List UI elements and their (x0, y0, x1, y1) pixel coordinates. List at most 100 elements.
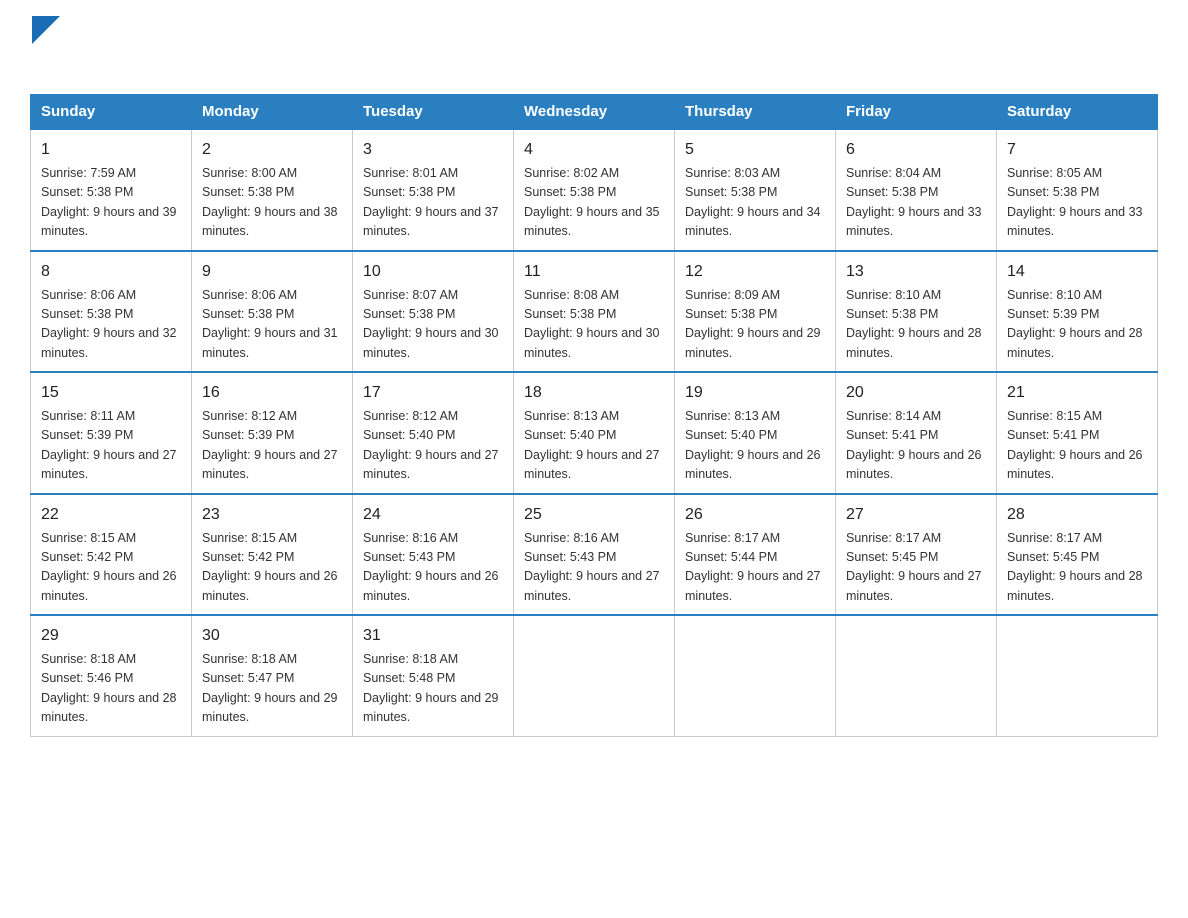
day-number: 21 (1007, 381, 1147, 405)
day-number: 27 (846, 503, 986, 527)
day-number: 24 (363, 503, 503, 527)
day-cell: 6 Sunrise: 8:04 AMSunset: 5:38 PMDaylight… (836, 129, 997, 251)
day-info: Sunrise: 8:18 AMSunset: 5:46 PMDaylight:… (41, 652, 177, 724)
day-info: Sunrise: 8:11 AMSunset: 5:39 PMDaylight:… (41, 409, 177, 481)
day-info: Sunrise: 8:13 AMSunset: 5:40 PMDaylight:… (685, 409, 821, 481)
col-header-thursday: Thursday (675, 95, 836, 130)
day-info: Sunrise: 8:03 AMSunset: 5:38 PMDaylight:… (685, 166, 821, 238)
day-cell: 20Sunrise: 8:14 AMSunset: 5:41 PMDayligh… (836, 372, 997, 494)
day-number: 30 (202, 624, 342, 648)
day-cell: 22 Sunrise: 8:15 AMSunset: 5:42 PMDayligh… (31, 494, 192, 616)
day-number: 12 (685, 260, 825, 284)
day-info: Sunrise: 8:18 AMSunset: 5:48 PMDaylight:… (363, 652, 499, 724)
day-info: Sunrise: 8:09 AMSunset: 5:38 PMDaylight:… (685, 288, 821, 360)
day-number: 8 (41, 260, 181, 284)
day-info: Sunrise: 8:05 AMSunset: 5:38 PMDaylight:… (1007, 166, 1143, 238)
day-number: 19 (685, 381, 825, 405)
day-cell (997, 615, 1158, 736)
day-cell (836, 615, 997, 736)
calendar-table: SundayMondayTuesdayWednesdayThursdayFrid… (30, 94, 1158, 737)
day-info: Sunrise: 8:12 AMSunset: 5:40 PMDaylight:… (363, 409, 499, 481)
day-cell: 10Sunrise: 8:07 AMSunset: 5:38 PMDayligh… (353, 251, 514, 373)
day-cell: 8 Sunrise: 8:06 AMSunset: 5:38 PMDaylight… (31, 251, 192, 373)
day-number: 15 (41, 381, 181, 405)
day-cell: 7 Sunrise: 8:05 AMSunset: 5:38 PMDaylight… (997, 129, 1158, 251)
day-number: 31 (363, 624, 503, 648)
day-info: Sunrise: 8:17 AMSunset: 5:45 PMDaylight:… (846, 531, 982, 603)
col-header-monday: Monday (192, 95, 353, 130)
logo (30, 20, 71, 76)
col-header-saturday: Saturday (997, 95, 1158, 130)
day-info: Sunrise: 8:15 AMSunset: 5:42 PMDaylight:… (202, 531, 338, 603)
day-info: Sunrise: 8:02 AMSunset: 5:38 PMDaylight:… (524, 166, 660, 238)
day-info: Sunrise: 8:08 AMSunset: 5:38 PMDaylight:… (524, 288, 660, 360)
day-number: 17 (363, 381, 503, 405)
page-header (30, 20, 1158, 76)
day-cell: 3Sunrise: 8:01 AMSunset: 5:38 PMDaylight… (353, 129, 514, 251)
day-cell: 31 Sunrise: 8:18 AMSunset: 5:48 PMDayligh… (353, 615, 514, 736)
day-cell: 24 Sunrise: 8:16 AMSunset: 5:43 PMDayligh… (353, 494, 514, 616)
day-number: 18 (524, 381, 664, 405)
day-number: 22 (41, 503, 181, 527)
day-cell: 1Sunrise: 7:59 AMSunset: 5:38 PMDaylight… (31, 129, 192, 251)
day-cell: 4 Sunrise: 8:02 AMSunset: 5:38 PMDaylight… (514, 129, 675, 251)
week-row-4: 22 Sunrise: 8:15 AMSunset: 5:42 PMDayligh… (31, 494, 1158, 616)
day-cell: 17 Sunrise: 8:12 AMSunset: 5:40 PMDayligh… (353, 372, 514, 494)
day-cell: 19 Sunrise: 8:13 AMSunset: 5:40 PMDayligh… (675, 372, 836, 494)
day-info: Sunrise: 8:04 AMSunset: 5:38 PMDaylight:… (846, 166, 982, 238)
day-info: Sunrise: 8:06 AMSunset: 5:38 PMDaylight:… (202, 288, 338, 360)
day-info: Sunrise: 8:00 AMSunset: 5:38 PMDaylight:… (202, 166, 338, 238)
day-info: Sunrise: 8:10 AMSunset: 5:39 PMDaylight:… (1007, 288, 1143, 360)
day-cell: 28Sunrise: 8:17 AMSunset: 5:45 PMDayligh… (997, 494, 1158, 616)
day-number: 4 (524, 138, 664, 162)
day-number: 26 (685, 503, 825, 527)
day-cell: 12 Sunrise: 8:09 AMSunset: 5:38 PMDayligh… (675, 251, 836, 373)
day-number: 10 (363, 260, 503, 284)
header-row: SundayMondayTuesdayWednesdayThursdayFrid… (31, 95, 1158, 130)
day-info: Sunrise: 8:17 AMSunset: 5:44 PMDaylight:… (685, 531, 821, 603)
day-info: Sunrise: 8:16 AMSunset: 5:43 PMDaylight:… (524, 531, 660, 603)
week-row-1: 1Sunrise: 7:59 AMSunset: 5:38 PMDaylight… (31, 129, 1158, 251)
day-cell: 27 Sunrise: 8:17 AMSunset: 5:45 PMDayligh… (836, 494, 997, 616)
day-number: 23 (202, 503, 342, 527)
day-number: 14 (1007, 260, 1147, 284)
day-number: 13 (846, 260, 986, 284)
day-number: 1 (41, 138, 181, 162)
col-header-tuesday: Tuesday (353, 95, 514, 130)
day-cell: 11Sunrise: 8:08 AMSunset: 5:38 PMDayligh… (514, 251, 675, 373)
day-info: Sunrise: 8:16 AMSunset: 5:43 PMDaylight:… (363, 531, 499, 603)
day-number: 6 (846, 138, 986, 162)
day-cell: 14 Sunrise: 8:10 AMSunset: 5:39 PMDayligh… (997, 251, 1158, 373)
day-number: 16 (202, 381, 342, 405)
day-cell: 2 Sunrise: 8:00 AMSunset: 5:38 PMDaylight… (192, 129, 353, 251)
day-cell: 30 Sunrise: 8:18 AMSunset: 5:47 PMDayligh… (192, 615, 353, 736)
day-number: 9 (202, 260, 342, 284)
day-cell: 26 Sunrise: 8:17 AMSunset: 5:44 PMDayligh… (675, 494, 836, 616)
col-header-sunday: Sunday (31, 95, 192, 130)
week-row-2: 8 Sunrise: 8:06 AMSunset: 5:38 PMDaylight… (31, 251, 1158, 373)
day-info: Sunrise: 8:12 AMSunset: 5:39 PMDaylight:… (202, 409, 338, 481)
day-number: 7 (1007, 138, 1147, 162)
day-info: Sunrise: 8:15 AMSunset: 5:41 PMDaylight:… (1007, 409, 1143, 481)
day-cell: 21 Sunrise: 8:15 AMSunset: 5:41 PMDayligh… (997, 372, 1158, 494)
day-cell: 29 Sunrise: 8:18 AMSunset: 5:46 PMDayligh… (31, 615, 192, 736)
day-number: 29 (41, 624, 181, 648)
day-number: 25 (524, 503, 664, 527)
day-cell: 16 Sunrise: 8:12 AMSunset: 5:39 PMDayligh… (192, 372, 353, 494)
day-info: Sunrise: 8:06 AMSunset: 5:38 PMDaylight:… (41, 288, 177, 360)
day-cell: 25 Sunrise: 8:16 AMSunset: 5:43 PMDayligh… (514, 494, 675, 616)
day-info: Sunrise: 8:10 AMSunset: 5:38 PMDaylight:… (846, 288, 982, 360)
day-number: 5 (685, 138, 825, 162)
logo-triangle-icon (32, 16, 60, 44)
day-info: Sunrise: 8:17 AMSunset: 5:45 PMDaylight:… (1007, 531, 1143, 603)
day-number: 2 (202, 138, 342, 162)
day-info: Sunrise: 8:15 AMSunset: 5:42 PMDaylight:… (41, 531, 177, 603)
day-info: Sunrise: 8:18 AMSunset: 5:47 PMDaylight:… (202, 652, 338, 724)
week-row-5: 29 Sunrise: 8:18 AMSunset: 5:46 PMDayligh… (31, 615, 1158, 736)
day-cell (514, 615, 675, 736)
day-cell (675, 615, 836, 736)
day-cell: 9 Sunrise: 8:06 AMSunset: 5:38 PMDaylight… (192, 251, 353, 373)
day-info: Sunrise: 8:14 AMSunset: 5:41 PMDaylight:… (846, 409, 982, 481)
day-number: 3 (363, 138, 503, 162)
day-cell: 18Sunrise: 8:13 AMSunset: 5:40 PMDayligh… (514, 372, 675, 494)
